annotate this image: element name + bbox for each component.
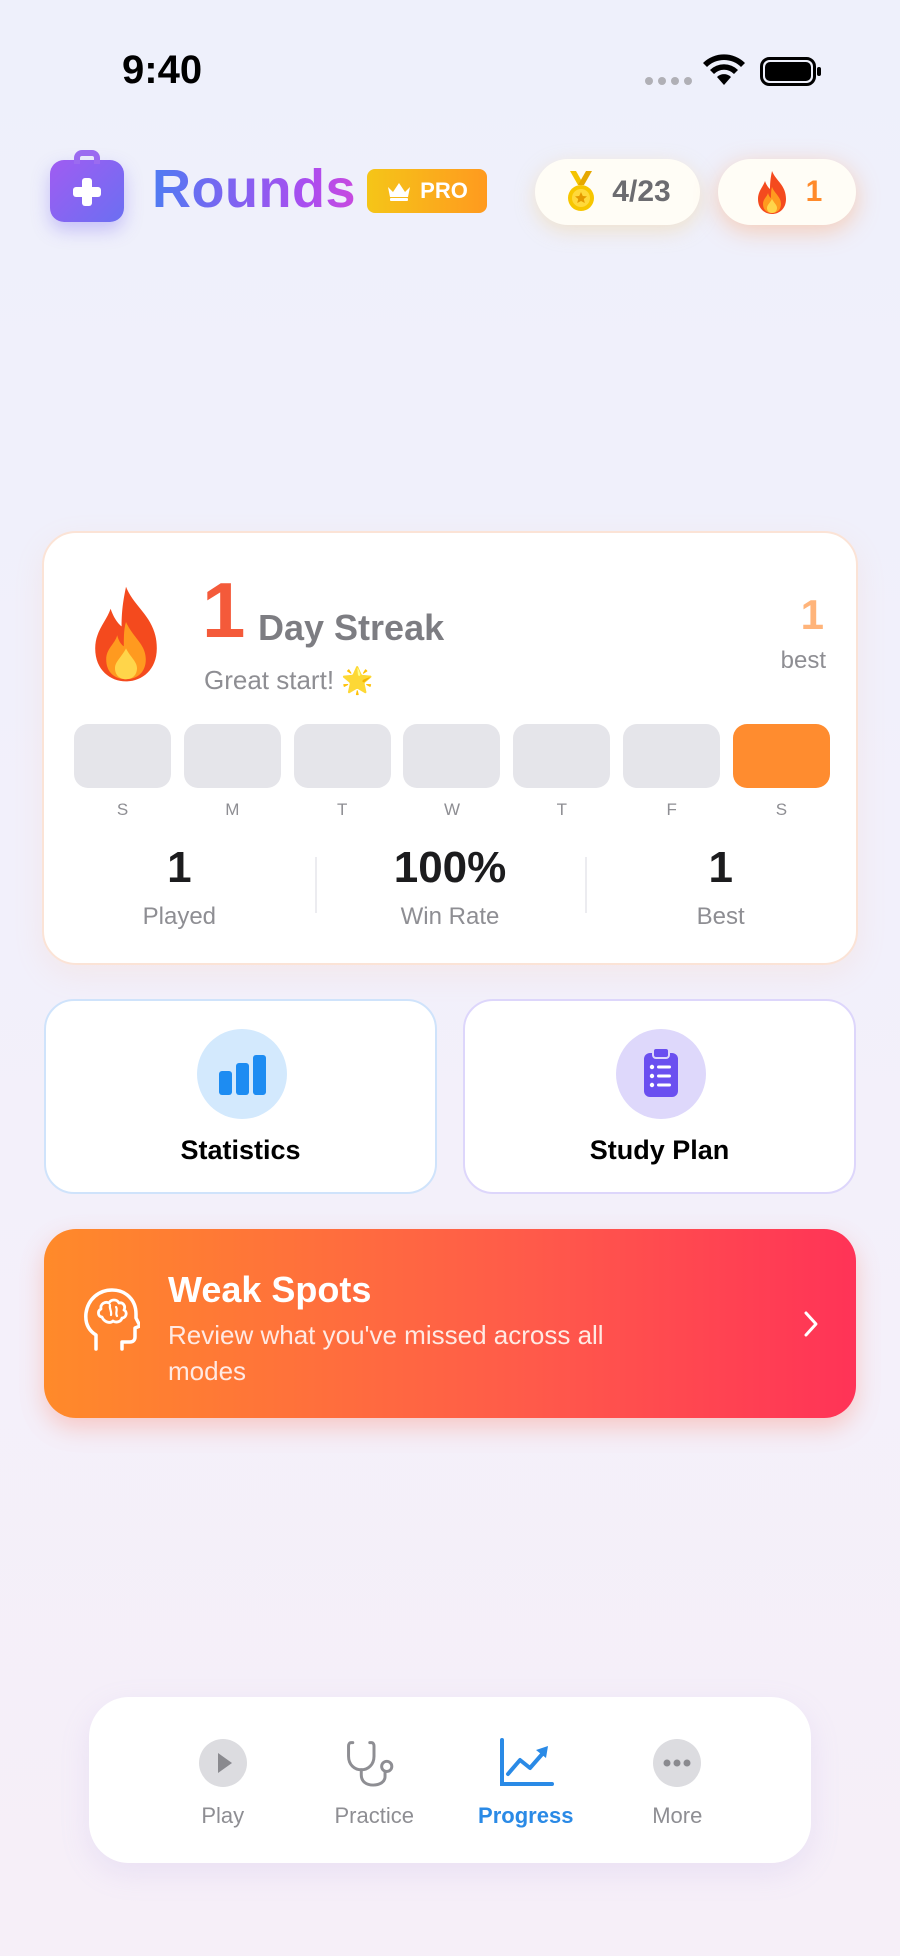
weak-spots-button[interactable]: Weak Spots Review what you've missed acr… — [44, 1229, 856, 1418]
weak-spots-title: Weak Spots — [168, 1269, 372, 1310]
day-indicator — [293, 724, 391, 788]
stat-label: Win Rate — [400, 903, 500, 930]
day-letter: F — [666, 800, 677, 819]
day-letter: T — [556, 800, 567, 819]
day-indicator — [74, 724, 171, 788]
streak-subtitle-text: Great start! — [204, 665, 335, 695]
statistics-label: Statistics — [180, 1135, 301, 1165]
medals-count: 4/23 — [612, 175, 671, 208]
day-letter: S — [116, 800, 129, 819]
streak-label: Day Streak — [258, 607, 445, 648]
week-tracker: S M T W T F S — [74, 724, 830, 820]
streak-pill[interactable]: 1 — [718, 159, 856, 225]
medal-icon — [568, 171, 595, 211]
day-indicator — [513, 724, 611, 788]
more-icon — [649, 1735, 705, 1791]
day-letter: W — [443, 800, 460, 819]
study-plan-label: Study Plan — [589, 1135, 730, 1165]
clipboard-list-icon — [616, 1029, 706, 1119]
stat-value: 1 — [167, 843, 192, 892]
tab-progress[interactable]: Progress — [450, 1697, 602, 1863]
statistics-button[interactable]: Statistics — [44, 999, 437, 1194]
fire-icon — [95, 586, 157, 682]
battery-icon — [760, 57, 821, 86]
fire-icon — [757, 171, 786, 214]
tab-label: Practice — [334, 1803, 414, 1828]
crown-icon — [388, 183, 411, 201]
chart-line-icon — [498, 1735, 554, 1791]
day-indicator — [403, 724, 501, 788]
stat-value: 1 — [708, 843, 733, 892]
stat-win-rate: 100% Win Rate — [314, 843, 586, 931]
week-day: S — [74, 724, 171, 820]
tab-label: More — [652, 1803, 703, 1828]
tab-practice[interactable]: Practice — [299, 1697, 451, 1863]
streak-subtitle: Great start! 🌟 — [204, 665, 374, 696]
pro-badge[interactable]: PRO — [367, 169, 487, 213]
week-day: F — [623, 724, 721, 820]
week-day: T — [293, 724, 391, 820]
tab-label: Progress — [478, 1803, 574, 1828]
stats-row: 1 Played 100% Win Rate 1 Best — [44, 843, 856, 931]
pro-label: PRO — [420, 178, 468, 203]
medical-kit-icon — [50, 150, 124, 222]
streak-count: 1 — [805, 175, 823, 208]
best-streak-label: best — [780, 647, 826, 674]
play-icon — [195, 1735, 251, 1791]
day-letter: M — [225, 800, 240, 819]
study-plan-button[interactable]: Study Plan — [463, 999, 856, 1194]
stat-best: 1 Best — [585, 843, 856, 931]
tab-label: Play — [201, 1803, 245, 1828]
bar-chart-icon — [197, 1029, 287, 1119]
app-title: Rounds — [152, 159, 356, 219]
week-day: M — [183, 724, 281, 820]
best-streak-value: 1 — [800, 591, 824, 638]
week-day: T — [513, 724, 611, 820]
status-time: 9:40 — [122, 48, 203, 92]
week-day: W — [403, 724, 501, 820]
stat-label: Best — [696, 903, 745, 930]
weak-spots-description: Review what you've missed across all mod… — [168, 1320, 604, 1386]
streak-number: 1 — [202, 566, 246, 654]
stethoscope-icon — [346, 1735, 402, 1791]
day-indicator-active — [732, 724, 830, 788]
day-indicator — [183, 724, 281, 788]
tab-more[interactable]: More — [602, 1697, 754, 1863]
day-indicator — [623, 724, 721, 788]
wifi-icon — [703, 54, 745, 85]
stat-label: Played — [142, 903, 217, 930]
day-letter: S — [775, 800, 788, 819]
chevron-right-icon — [804, 1311, 818, 1337]
cellular-signal-icon — [645, 77, 692, 85]
stat-value: 100% — [393, 843, 507, 892]
tab-play[interactable]: Play — [147, 1697, 299, 1863]
streak-card: 1 Day Streak Great start! 🌟 1 best S M T… — [42, 531, 858, 965]
brain-head-icon — [84, 1288, 140, 1351]
tab-bar: Play Practice Progress More — [89, 1697, 811, 1863]
week-day: S — [732, 724, 830, 820]
stat-played: 1 Played — [44, 843, 315, 931]
day-letter: T — [336, 800, 348, 819]
medals-pill[interactable]: 4/23 — [535, 159, 700, 225]
glowing-star-icon: 🌟 — [341, 665, 374, 695]
